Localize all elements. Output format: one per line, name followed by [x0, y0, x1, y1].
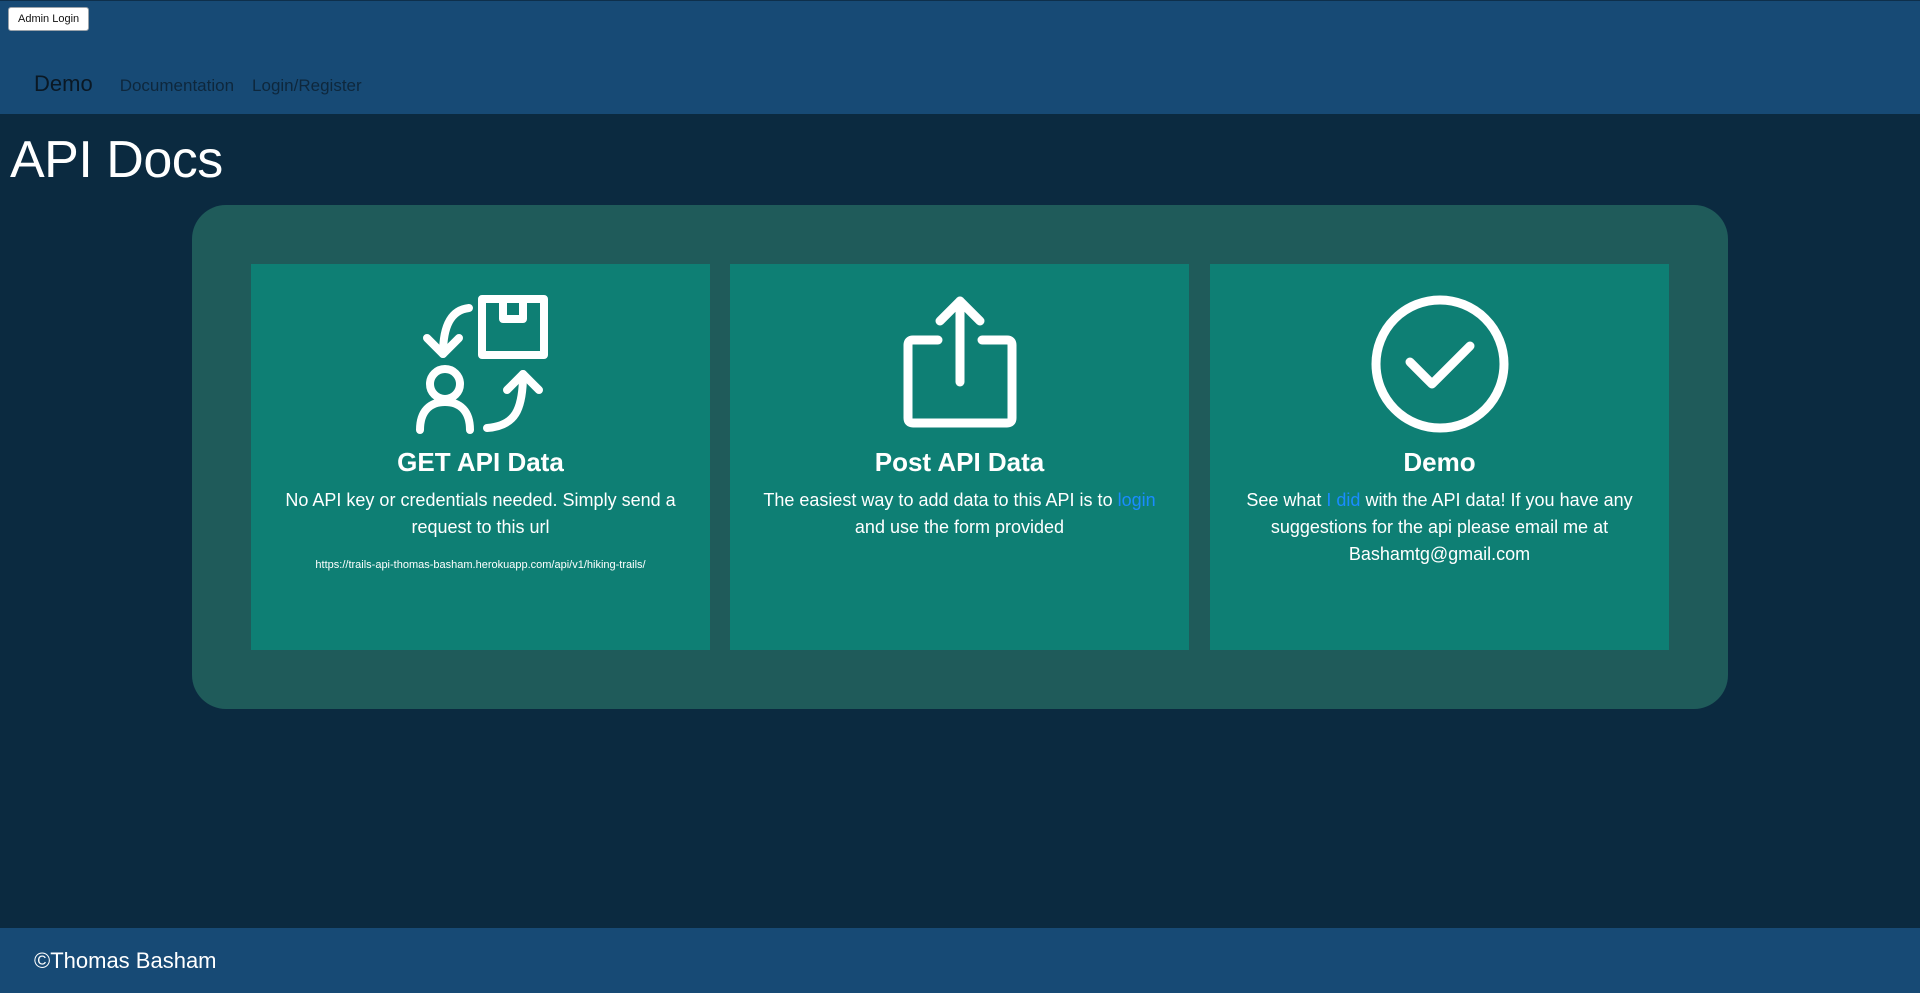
- card-text-before: See what: [1246, 490, 1327, 510]
- api-url: https://trails-api-thomas-basham.herokua…: [315, 559, 646, 571]
- card-text: See what I did with the API data! If you…: [1230, 487, 1649, 568]
- card-get-api-data: GET API Data No API key or credentials n…: [251, 264, 710, 650]
- card-title: GET API Data: [397, 447, 564, 477]
- main-nav: Demo Documentation Login/Register: [34, 71, 380, 97]
- admin-login-button[interactable]: Admin Login: [8, 7, 90, 31]
- share-upload-icon: [730, 294, 1189, 434]
- top-navbar: Admin Login Demo Documentation Login/Reg…: [0, 0, 1920, 114]
- nav-link-documentation[interactable]: Documentation: [120, 76, 234, 96]
- brand-link[interactable]: Demo: [34, 71, 93, 97]
- login-link[interactable]: login: [1118, 490, 1156, 510]
- cards-panel: GET API Data No API key or credentials n…: [192, 205, 1728, 709]
- check-circle-icon: [1210, 294, 1669, 434]
- card-title: Post API Data: [874, 447, 1045, 477]
- card-text: The easiest way to add data to this API …: [750, 487, 1169, 541]
- card-title: Demo: [1403, 447, 1476, 477]
- card-text-after: and use the form provided: [854, 517, 1065, 537]
- demo-link[interactable]: I did: [1326, 490, 1360, 510]
- page-title: API Docs: [10, 131, 223, 189]
- card-demo: Demo See what I did with the API data! I…: [1210, 264, 1669, 650]
- nav-link-login-register[interactable]: Login/Register: [252, 76, 362, 96]
- data-exchange-icon: [251, 294, 710, 434]
- footer-copyright: ©Thomas Basham: [34, 948, 217, 973]
- card-post-api-data: Post API Data The easiest way to add dat…: [730, 264, 1189, 650]
- footer: ©Thomas Basham: [0, 928, 1920, 993]
- card-text-before: The easiest way to add data to this API …: [763, 490, 1118, 510]
- card-text: No API key or credentials needed. Simply…: [285, 490, 676, 537]
